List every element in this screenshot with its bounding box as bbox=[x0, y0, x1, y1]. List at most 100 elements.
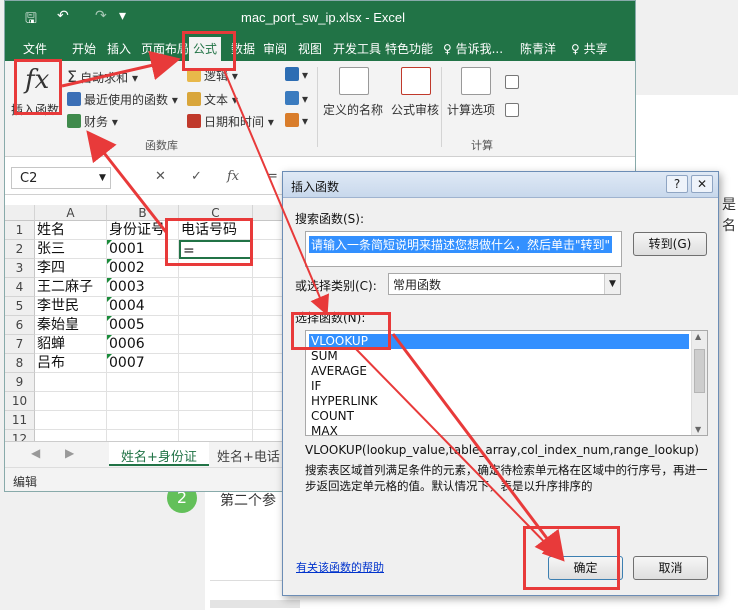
cancel-formula-button[interactable]: ✕ bbox=[155, 169, 166, 184]
tab-insert[interactable]: 插入 bbox=[107, 40, 131, 57]
cell-C7[interactable] bbox=[179, 335, 253, 354]
cell-C4[interactable] bbox=[179, 278, 253, 297]
tab-developer[interactable]: 开发工具 bbox=[333, 40, 381, 57]
column-header[interactable]: A bbox=[35, 205, 107, 221]
row-header[interactable]: 3 bbox=[5, 259, 35, 278]
cell-B6[interactable]: 0005 bbox=[107, 316, 179, 335]
tab-view[interactable]: 视图 bbox=[298, 40, 322, 57]
function-list-item[interactable]: IF bbox=[309, 379, 689, 394]
cell-A2[interactable]: 张三 bbox=[35, 240, 107, 259]
function-list-item[interactable]: SUM bbox=[309, 349, 689, 364]
cell-B7[interactable]: 0006 bbox=[107, 335, 179, 354]
cancel-button[interactable]: 取消 bbox=[633, 556, 708, 580]
annotation-box-cell bbox=[165, 218, 253, 266]
formula-input[interactable]: = bbox=[267, 169, 278, 184]
tab-home[interactable]: 开始 bbox=[72, 40, 96, 57]
name-box[interactable]: C2 bbox=[11, 167, 111, 189]
user-name[interactable]: 陈青洋 bbox=[520, 40, 556, 57]
row-header[interactable]: 2 bbox=[5, 240, 35, 259]
datetime-button[interactable]: 日期和时间 ▾ bbox=[187, 113, 274, 130]
function-help-link[interactable]: 有关该函数的帮助 bbox=[296, 559, 384, 575]
calc-sheet-icon[interactable] bbox=[505, 103, 519, 117]
help-button[interactable]: ? bbox=[666, 175, 688, 193]
category-select[interactable]: 常用函数 ▼ bbox=[388, 273, 621, 295]
cell-A3[interactable]: 李四 bbox=[35, 259, 107, 278]
function-list-item[interactable]: COUNT bbox=[309, 409, 689, 424]
scroll-right-icon[interactable]: ▶ bbox=[65, 446, 74, 460]
cell-A9[interactable] bbox=[35, 373, 107, 392]
more-functions-button[interactable]: ▾ bbox=[285, 113, 308, 128]
chevron-down-icon[interactable]: ▼ bbox=[604, 274, 620, 294]
cell-A11[interactable] bbox=[35, 411, 107, 430]
tab-review[interactable]: 审阅 bbox=[263, 40, 287, 57]
defined-names-button[interactable]: 定义的名称 bbox=[323, 101, 383, 118]
math-trig-button[interactable]: ▾ bbox=[285, 91, 308, 106]
row-header[interactable]: 7 bbox=[5, 335, 35, 354]
dialog-title-bar[interactable]: 插入函数 ? ✕ bbox=[283, 172, 718, 198]
row-header[interactable]: 1 bbox=[5, 221, 35, 240]
cell-B5[interactable]: 0004 bbox=[107, 297, 179, 316]
formula-auditing-button[interactable]: 公式审核 bbox=[391, 101, 439, 118]
row-header[interactable]: 8 bbox=[5, 354, 35, 373]
select-all-corner[interactable] bbox=[5, 205, 35, 221]
cell-A5[interactable]: 李世民 bbox=[35, 297, 107, 316]
row-header[interactable]: 10 bbox=[5, 392, 35, 411]
calc-options-button[interactable]: 计算选项 bbox=[447, 101, 495, 118]
financial-button[interactable]: 财务 ▾ bbox=[67, 113, 118, 130]
row-header[interactable]: 11 bbox=[5, 411, 35, 430]
close-button[interactable]: ✕ bbox=[691, 175, 713, 193]
calc-now-icon[interactable] bbox=[505, 75, 519, 89]
sheet-tab[interactable]: 姓名+电话 bbox=[205, 442, 292, 466]
lookup-reference-button[interactable]: ▾ bbox=[285, 67, 308, 82]
autosum-button[interactable]: Σ 自动求和 ▾ bbox=[67, 67, 138, 86]
cell-B9[interactable] bbox=[107, 373, 179, 392]
cell-A4[interactable]: 王二麻子 bbox=[35, 278, 107, 297]
tab-file[interactable]: 文件 bbox=[23, 40, 47, 57]
datetime-label: 日期和时间 bbox=[204, 115, 265, 129]
tell-me-search[interactable]: ♀ 告诉我... bbox=[443, 40, 503, 57]
enter-formula-button[interactable]: ✓ bbox=[191, 169, 202, 184]
function-list-item[interactable]: AVERAGE bbox=[309, 364, 689, 379]
function-list-item[interactable]: MAX bbox=[309, 424, 689, 435]
cell-C9[interactable] bbox=[179, 373, 253, 392]
cell-A8[interactable]: 吕布 bbox=[35, 354, 107, 373]
row-header[interactable]: 9 bbox=[5, 373, 35, 392]
chevron-down-icon[interactable]: ▼ bbox=[99, 173, 106, 183]
row-header[interactable]: 6 bbox=[5, 316, 35, 335]
customize-toolbar-icon[interactable]: ▾ bbox=[119, 8, 126, 24]
sheet-tab[interactable]: 姓名+身份证 bbox=[109, 442, 209, 466]
save-icon[interactable]: 🖫 bbox=[25, 8, 37, 32]
tab-special[interactable]: 特色功能 bbox=[385, 40, 433, 57]
defined-names-icon bbox=[339, 67, 369, 95]
scroll-down-icon[interactable]: ▼ bbox=[695, 425, 701, 434]
scroll-up-icon[interactable]: ▲ bbox=[695, 332, 701, 341]
text-button[interactable]: 文本 ▾ bbox=[187, 91, 238, 108]
scrollbar[interactable]: ▲ ▼ bbox=[691, 331, 707, 435]
search-input[interactable]: 请输入一条简短说明来描述您想做什么，然后单击"转到" bbox=[305, 231, 622, 267]
go-button[interactable]: 转到(G) bbox=[633, 232, 707, 256]
cell-B11[interactable] bbox=[107, 411, 179, 430]
recently-used-button[interactable]: 最近使用的函数 ▾ bbox=[67, 91, 178, 108]
cell-A1[interactable]: 姓名 bbox=[35, 221, 107, 240]
cell-C11[interactable] bbox=[179, 411, 253, 430]
status-mode: 编辑 bbox=[13, 475, 38, 489]
row-header[interactable]: 4 bbox=[5, 278, 35, 297]
cell-A6[interactable]: 秦始皇 bbox=[35, 316, 107, 335]
undo-icon[interactable]: ↶ bbox=[57, 8, 69, 24]
function-list-item[interactable]: HYPERLINK bbox=[309, 394, 689, 409]
share-button[interactable]: ♀ 共享 bbox=[571, 40, 608, 57]
cell-C10[interactable] bbox=[179, 392, 253, 411]
cell-C8[interactable] bbox=[179, 354, 253, 373]
cell-A10[interactable] bbox=[35, 392, 107, 411]
scroll-left-icon[interactable]: ◀ bbox=[31, 446, 40, 460]
fx-icon[interactable]: fx bbox=[227, 169, 239, 184]
redo-icon[interactable]: ↷ bbox=[95, 8, 107, 24]
cell-C5[interactable] bbox=[179, 297, 253, 316]
row-header[interactable]: 5 bbox=[5, 297, 35, 316]
cell-B4[interactable]: 0003 bbox=[107, 278, 179, 297]
cell-B10[interactable] bbox=[107, 392, 179, 411]
cell-A7[interactable]: 貂蝉 bbox=[35, 335, 107, 354]
scrollbar-thumb[interactable] bbox=[694, 349, 705, 393]
cell-C6[interactable] bbox=[179, 316, 253, 335]
cell-B8[interactable]: 0007 bbox=[107, 354, 179, 373]
